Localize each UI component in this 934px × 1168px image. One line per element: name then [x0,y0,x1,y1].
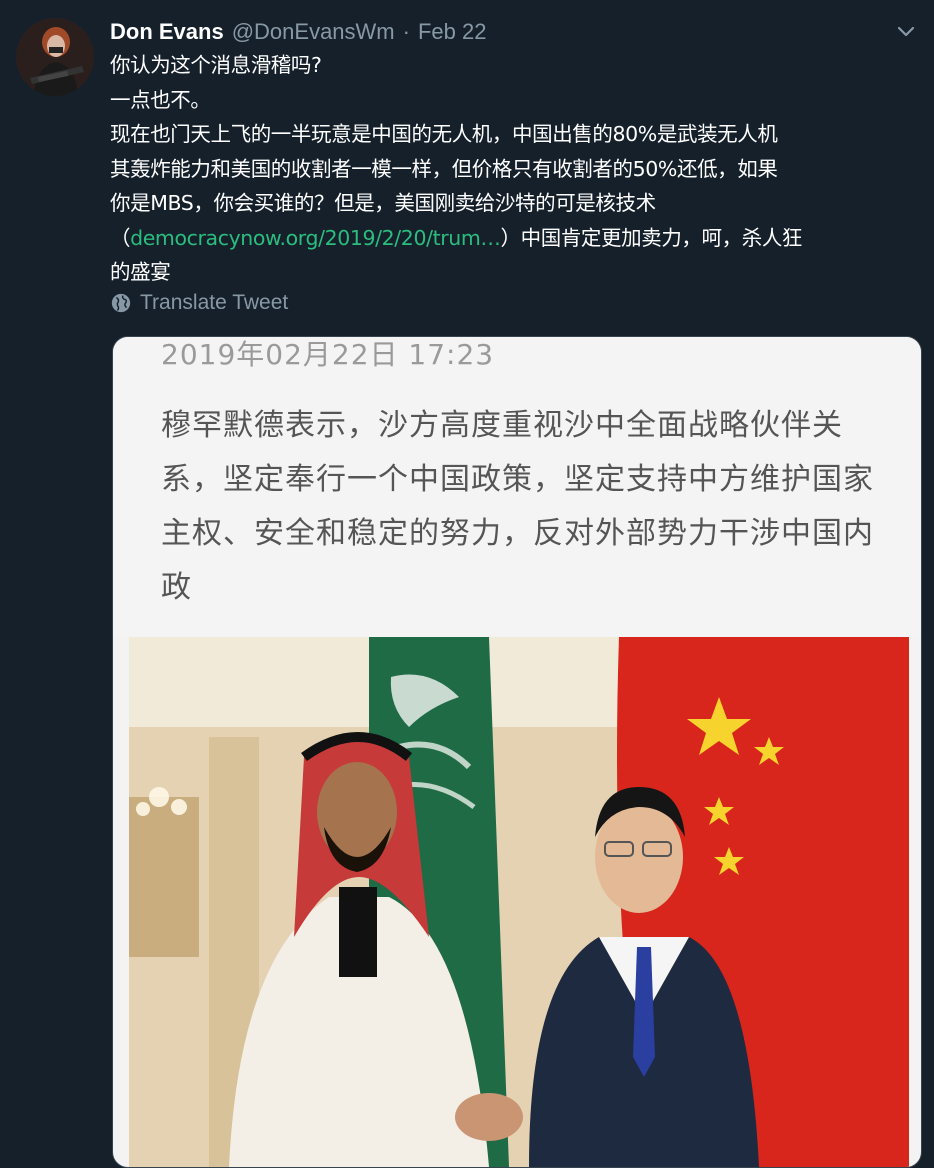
avatar[interactable] [16,18,94,96]
media-caption: 穆罕默德表示，沙方高度重视沙中全面战略伙伴关 系，坚定奉行一个中国政策，坚定支持… [161,399,891,615]
tweet-line: 你认为这个消息滑稽吗? [110,53,322,77]
media-card[interactable]: 2019年02月22日 17:23 穆罕默德表示，沙方高度重视沙中全面战略伙伴关… [112,336,922,1168]
tweet-line: 的盛宴 [110,260,171,284]
caption-line: 系，坚定奉行一个中国政策，坚定支持中方维护国家 [161,462,874,497]
tweet-line: 其轰炸能力和美国的收割者一模一样，但价格只有收割者的50%还低，如果 [110,156,778,181]
tweet-line-with-link: （democracynow.org/2019/2/20/trum…）中国肯定更加… [110,221,920,256]
caption-line: 政 [161,570,192,605]
user-handle[interactable]: @DonEvansWm [232,19,395,45]
tweet-link[interactable]: democracynow.org/2019/2/20/trum… [130,226,501,250]
media-text-area: 2019年02月22日 17:23 穆罕默德表示，沙方高度重视沙中全面战略伙伴关… [113,337,921,637]
tweet-line: 现在也门天上飞的一半玩意是中国的无人机，中国出售的80%是武装无人机 [110,122,778,146]
translate-label: Translate Tweet [140,291,289,314]
caption-line: 主权、安全和稳定的努力，反对外部势力干涉中国内 [161,516,874,551]
media-photo[interactable] [129,637,909,1167]
tweet-text: 你认为这个消息滑稽吗? 一点也不。 现在也门天上飞的一半玩意是中国的无人机，中国… [110,48,920,290]
avatar-image [16,18,94,96]
paren-open: （ [110,225,131,250]
tweet-line: 一点也不。 [110,87,211,112]
globe-icon [110,292,132,314]
separator-dot: · [402,19,410,44]
tweet-line: 你是MBS，你会买谁的？但是，美国刚卖给沙特的可是核技术 [110,191,656,215]
tweet[interactable]: Don Evans @DonEvansWm · Feb 22 你认为这个消息滑稽… [0,0,934,1168]
caption-line: 穆罕默德表示，沙方高度重视沙中全面战略伙伴关 [161,408,843,443]
display-name[interactable]: Don Evans [110,19,224,45]
tweet-date[interactable]: Feb 22 [418,19,487,45]
translate-tweet-button[interactable]: Translate Tweet [110,288,288,318]
tweet-line-suffix: ）中国肯定更加卖力，呵，杀人狂 [500,225,803,250]
chevron-down-icon[interactable] [894,20,918,44]
tweet-header: Don Evans @DonEvansWm · Feb 22 [110,14,910,50]
media-date: 2019年02月22日 17:23 [161,338,495,371]
